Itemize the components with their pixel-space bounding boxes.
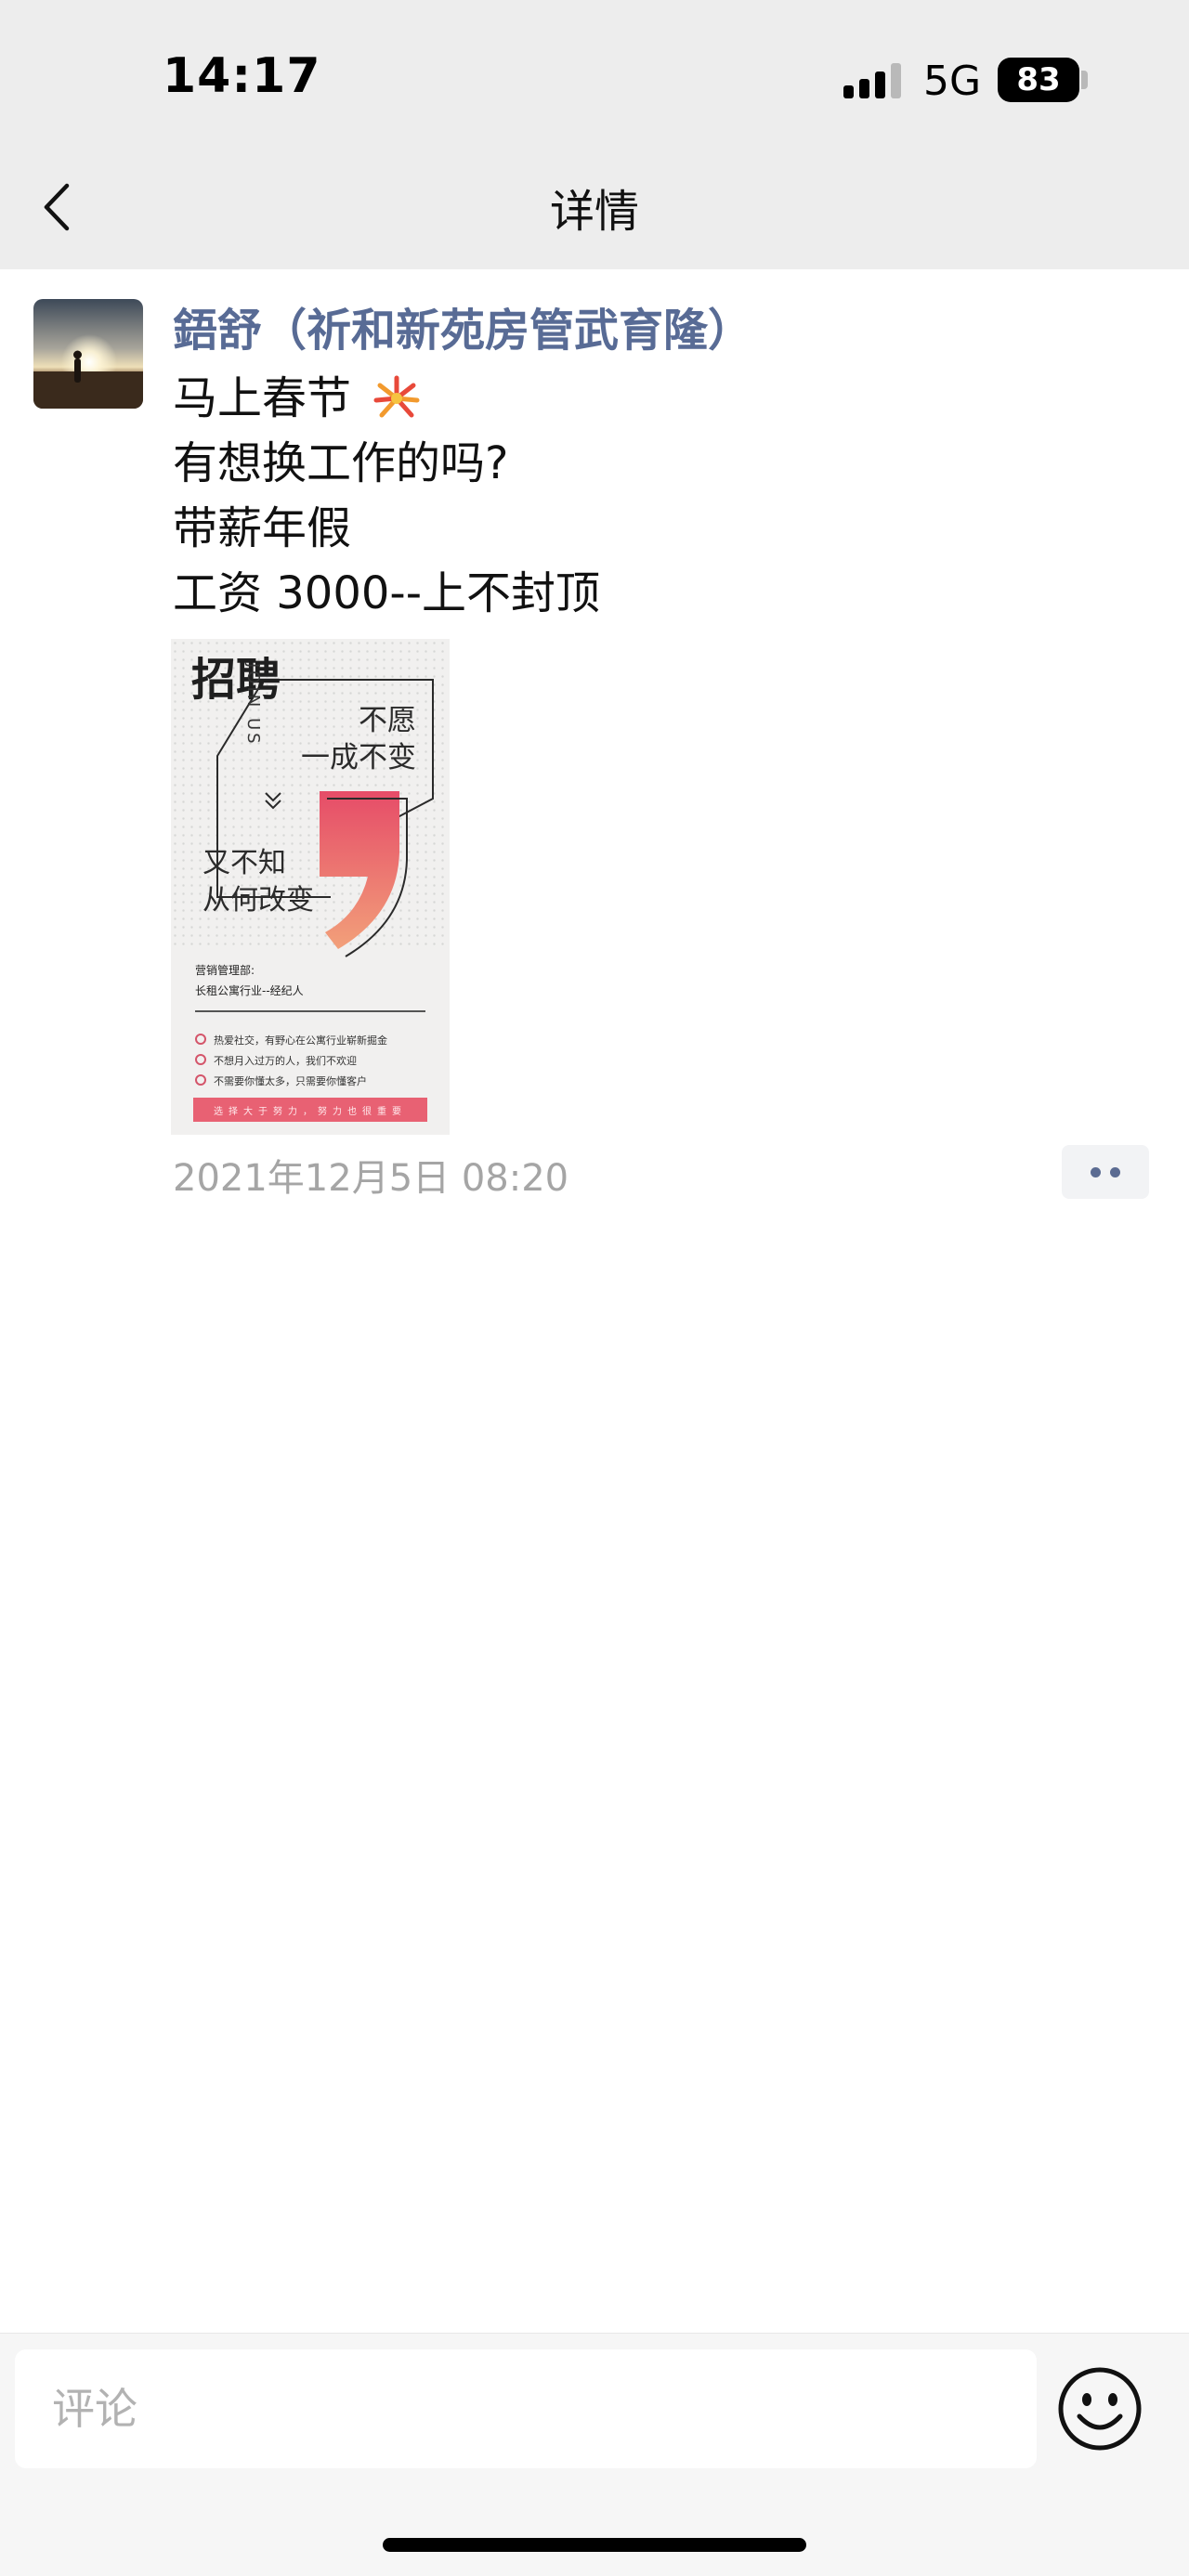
poster-join-us: JOIN US	[243, 663, 263, 747]
page-title: 详情	[549, 186, 639, 238]
poster-department: 营销管理部:	[195, 964, 255, 977]
emoji-button[interactable]	[1055, 2364, 1144, 2453]
post-image[interactable]: 招聘 JOIN US 不愿 一成不变 又不知 从何改变 营销管理部: 长租公寓行…	[171, 639, 450, 1135]
home-indicator[interactable]	[383, 2538, 806, 2552]
avatar[interactable]	[33, 299, 143, 409]
poster-footer: 选择大于努力，努力也很重要	[193, 1098, 427, 1122]
poster-title: 招聘	[191, 654, 281, 706]
smiley-icon	[1058, 2367, 1142, 2451]
post-line: 有想换工作的吗?	[173, 437, 509, 489]
more-options-button[interactable]	[1062, 1145, 1149, 1199]
bullet-icon	[195, 1034, 206, 1045]
poster-divider	[195, 1010, 425, 1012]
post-author[interactable]: 鋙舒（祈和新苑房管武育隆）	[173, 293, 752, 358]
more-dot-icon	[1091, 1167, 1101, 1177]
poster-requirement: 不想月入过万的人，我们不欢迎	[195, 1053, 357, 1068]
bullet-icon	[195, 1054, 206, 1065]
top-bar: 14:17 5G 83 详情	[0, 0, 1189, 269]
network-type: 5G	[923, 58, 982, 105]
post-line: 工资 3000--上不封顶	[173, 567, 601, 619]
post-timestamp: 2021年12月5日 08:20	[173, 1157, 569, 1200]
cellular-signal-icon	[843, 61, 903, 98]
bullet-icon	[195, 1074, 206, 1086]
comment-input[interactable]	[15, 2349, 1037, 2468]
poster-role: 长租公寓行业--经纪人	[195, 984, 304, 997]
poster-slogan-2: 又不知 从何改变	[203, 847, 314, 917]
poster-requirement: 热爱社交，有野心在公寓行业崭新掘金	[195, 1033, 387, 1047]
post-line: 带薪年假	[173, 502, 352, 554]
poster-requirement: 不需要你懂太多，只需要你懂客户	[195, 1073, 367, 1088]
battery-icon: 83	[998, 58, 1079, 102]
post-line-text: 马上春节	[173, 372, 352, 424]
status-time: 14:17	[163, 48, 321, 104]
poster-slogan-1: 不愿 一成不变	[301, 704, 416, 774]
post-text: 马上春节 有想换工作的吗? 带薪年假 工资 3000--上不封顶	[173, 366, 1157, 626]
battery-tip	[1081, 71, 1088, 89]
battery-level: 83	[1016, 61, 1061, 98]
more-dot-icon	[1110, 1167, 1120, 1177]
fireworks-icon	[371, 372, 423, 438]
post-line: 马上春节	[173, 366, 1157, 431]
